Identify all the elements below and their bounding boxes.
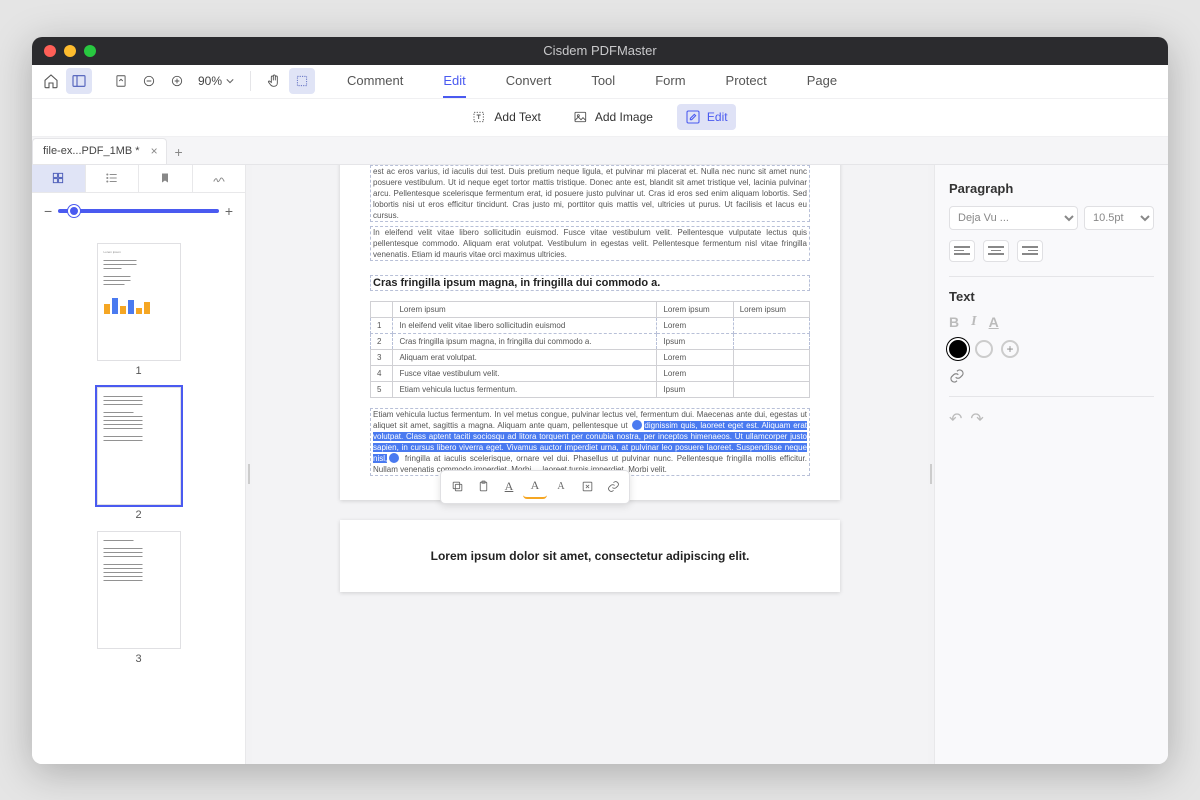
redo-button[interactable]: ↷ (970, 409, 983, 429)
link-button[interactable] (601, 475, 625, 499)
add-text-label: Add Text (494, 110, 540, 124)
page-heading[interactable]: Lorem ipsum dolor sit amet, consectetur … (370, 548, 810, 564)
selection-handle[interactable] (389, 453, 399, 463)
heading-block[interactable]: Cras fringilla ipsum magna, in fringilla… (370, 275, 810, 291)
paste-button[interactable] (471, 475, 495, 499)
tab-convert[interactable]: Convert (506, 65, 552, 98)
thumb-label-1: 1 (32, 365, 245, 377)
add-image-label: Add Image (595, 110, 653, 124)
edit-sub-toolbar: Add Text Add Image Edit (32, 99, 1168, 137)
selection-handle[interactable] (632, 420, 642, 430)
thumb-zoom-in[interactable]: + (225, 203, 233, 219)
minimize-window-button[interactable] (64, 45, 76, 57)
thumbnail-list: Lorem ipsum▬▬▬▬▬▬▬▬▬▬▬▬▬▬▬▬▬▬▬▬▬▬▬▬▬▬▬▬▬… (32, 229, 245, 764)
sidebar-panel: − + Lorem ipsum▬▬▬▬▬▬▬▬▬▬▬▬▬▬▬▬▬▬▬▬▬▬▬▬▬… (32, 165, 246, 764)
add-tab-button[interactable]: + (167, 140, 191, 164)
tab-comment[interactable]: Comment (347, 65, 403, 98)
add-color-button[interactable]: + (1001, 340, 1019, 358)
titlebar: Cisdem PDFMaster (32, 37, 1168, 65)
add-image-button[interactable]: Add Image (565, 104, 661, 130)
font-button[interactable]: A (549, 475, 573, 499)
home-button[interactable] (38, 68, 64, 94)
table-block[interactable]: Lorem ipsumLorem ipsumLorem ipsum 1In el… (370, 301, 810, 398)
signatures-tab[interactable] (193, 165, 246, 192)
tab-tool[interactable]: Tool (591, 65, 615, 98)
link-icon (949, 368, 965, 384)
floating-format-toolbar: A A A (440, 470, 630, 504)
thumb-zoom-track[interactable] (58, 209, 219, 213)
zoom-in-button[interactable] (164, 68, 190, 94)
tab-edit[interactable]: Edit (443, 65, 465, 98)
fit-page-button[interactable] (108, 68, 134, 94)
document-tabs: file-ex...PDF_1MB * × + (32, 137, 1168, 165)
close-window-button[interactable] (44, 45, 56, 57)
app-window: Cisdem PDFMaster 90% Comment Edit Conver… (32, 37, 1168, 764)
tab-form[interactable]: Form (655, 65, 685, 98)
edit-button[interactable]: Edit (677, 104, 736, 130)
thumbnails-tab[interactable] (32, 165, 86, 192)
separator (250, 71, 251, 91)
main-toolbar: 90% Comment Edit Convert Tool Form Prote… (32, 65, 1168, 99)
bookmarks-tab[interactable] (139, 165, 193, 192)
right-splitter[interactable] (928, 165, 934, 764)
edit-label: Edit (707, 110, 728, 124)
color-swatch-black[interactable] (949, 340, 967, 358)
thumbnail-page-1[interactable]: Lorem ipsum▬▬▬▬▬▬▬▬▬▬▬▬▬▬▬▬▬▬▬▬▬▬▬▬▬▬▬▬▬… (97, 243, 181, 361)
properties-panel: Paragraph Deja Vu ... 10.5pt Text B I A … (934, 165, 1168, 764)
align-right-button[interactable] (1017, 240, 1043, 262)
document-tab[interactable]: file-ex...PDF_1MB * × (32, 138, 167, 164)
paragraph-block[interactable]: Etiam vehicula luctus fermentum. In vel … (370, 408, 810, 476)
tab-page[interactable]: Page (807, 65, 837, 98)
color-swatch-empty[interactable] (975, 340, 993, 358)
insert-link-button[interactable] (949, 368, 1154, 384)
text-block[interactable]: est ac eros varius, id iaculis dui test.… (370, 165, 810, 222)
window-title: Cisdem PDFMaster (543, 43, 656, 58)
maximize-window-button[interactable] (84, 45, 96, 57)
menu-tabs: Comment Edit Convert Tool Form Protect P… (347, 65, 837, 98)
thumbnail-page-3[interactable]: ▬▬▬▬▬▬▬▬▬▬▬▬▬▬▬▬▬▬▬▬▬▬▬▬▬▬▬▬▬▬▬▬▬▬▬▬▬▬▬▬… (97, 531, 181, 649)
align-left-button[interactable] (949, 240, 975, 262)
page-canvas[interactable]: est ac eros varius, id iaculis dui test.… (252, 165, 928, 764)
font-family-select[interactable]: Deja Vu ... (949, 206, 1078, 230)
text-box-icon (472, 109, 488, 125)
pdf-page-3: Lorem ipsum dolor sit amet, consectetur … (340, 520, 840, 592)
thumbnail-page-2[interactable]: ▬▬▬▬▬▬▬▬▬▬▬▬▬▬▬▬▬▬▬▬▬▬▬▬▬▬▬▬▬▬▬▬▬▬▬▬▬▬▬▬… (97, 387, 181, 505)
text-header: Text (949, 289, 1154, 304)
text-block[interactable]: In eleifend velit vitae libero sollicitu… (370, 226, 810, 261)
font-size-select[interactable]: 10.5pt (1084, 206, 1154, 230)
align-center-button[interactable] (983, 240, 1009, 262)
font-color-button[interactable]: A (497, 475, 521, 499)
thumb-zoom-out[interactable]: − (44, 203, 52, 219)
undo-button[interactable]: ↶ (949, 409, 962, 429)
zoom-value: 90% (198, 74, 222, 88)
thumb-label-3: 3 (32, 653, 245, 665)
italic-button[interactable]: I (971, 314, 976, 330)
add-text-button[interactable]: Add Text (464, 104, 548, 130)
sidebar-tabs (32, 165, 245, 193)
close-tab-button[interactable]: × (151, 144, 158, 158)
highlight-button[interactable]: A (523, 475, 547, 499)
workspace: − + Lorem ipsum▬▬▬▬▬▬▬▬▬▬▬▬▬▬▬▬▬▬▬▬▬▬▬▬▬… (32, 165, 1168, 764)
edit-icon (685, 109, 701, 125)
window-controls (44, 45, 96, 57)
hand-tool-button[interactable] (261, 68, 287, 94)
image-icon (573, 109, 589, 125)
paragraph-header: Paragraph (949, 181, 1154, 196)
document-tab-label: file-ex...PDF_1MB * (43, 145, 140, 157)
zoom-out-button[interactable] (136, 68, 162, 94)
copy-button[interactable] (445, 475, 469, 499)
pdf-page-2: est ac eros varius, id iaculis dui test.… (340, 165, 840, 500)
bold-button[interactable]: B (949, 314, 959, 330)
zoom-level-dropdown[interactable]: 90% (192, 74, 240, 88)
underline-button[interactable]: A (989, 314, 999, 330)
select-tool-button[interactable] (289, 68, 315, 94)
sidebar-toggle-button[interactable] (66, 68, 92, 94)
slider-knob[interactable] (68, 205, 80, 217)
thumb-label-2: 2 (32, 509, 245, 521)
outline-tab[interactable] (86, 165, 140, 192)
delete-button[interactable] (575, 475, 599, 499)
thumbnail-zoom-slider: − + (32, 193, 245, 229)
tab-protect[interactable]: Protect (726, 65, 767, 98)
